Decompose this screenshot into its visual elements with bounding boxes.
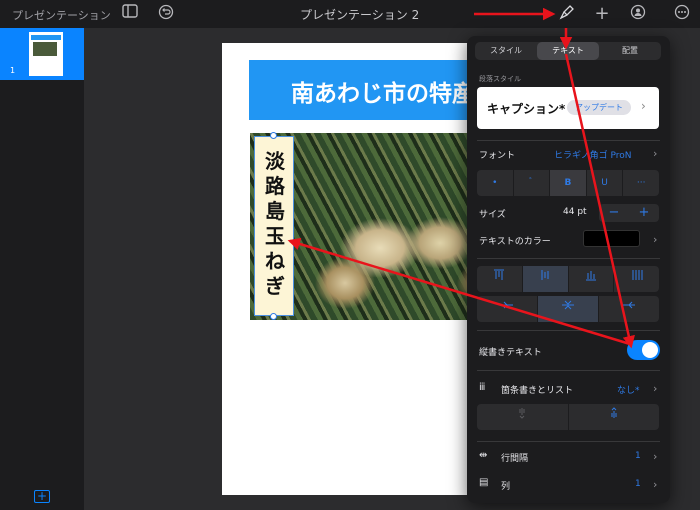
outdent-icon[interactable] <box>477 404 569 430</box>
document-title[interactable]: プレゼンテーション 2 <box>300 6 419 23</box>
slide-navigator: 1 + <box>0 28 84 510</box>
thumb-photo <box>33 42 57 56</box>
divider <box>477 330 660 331</box>
chevron-right-icon: › <box>653 382 658 395</box>
vertical-text-toggle[interactable] <box>627 340 660 360</box>
divider <box>477 140 660 141</box>
tab-arrange[interactable]: 配置 <box>599 42 661 60</box>
align-bottom-icon[interactable] <box>569 266 615 292</box>
line-spacing-value[interactable]: 1 <box>635 451 641 461</box>
paragraph-style-label: 段落スタイル <box>479 75 521 83</box>
bold-button[interactable]: B <box>550 170 587 196</box>
chevron-right-icon: › <box>653 147 658 160</box>
line-spacing-icon: ⇹ <box>479 450 488 461</box>
update-style-button[interactable]: アップデート <box>567 100 631 115</box>
indent-buttons <box>477 404 659 430</box>
more-format-button[interactable]: ··· <box>623 170 659 196</box>
chevron-right-icon: › <box>653 478 658 491</box>
columns-label: 列 <box>501 482 511 492</box>
underline-button[interactable]: U <box>587 170 624 196</box>
chevron-right-icon: › <box>653 450 658 463</box>
italic-button[interactable]: ﾞ <box>514 170 551 196</box>
tab-text[interactable]: テキスト <box>537 42 599 60</box>
size-value[interactable]: 44 pt <box>563 207 587 217</box>
vertical-caption-textbox[interactable]: 淡 路 島 玉 ね ぎ <box>254 136 294 316</box>
text-color-label: テキストのカラー <box>479 237 551 247</box>
caption-char: 淡 <box>265 149 285 173</box>
vertical-align-buttons <box>477 296 659 322</box>
collaborate-icon[interactable] <box>628 4 648 24</box>
align-center-icon[interactable] <box>522 266 569 292</box>
align-justify-icon[interactable] <box>614 266 659 292</box>
undo-icon[interactable] <box>156 4 176 24</box>
presentations-back-link[interactable]: プレゼンテーション <box>12 7 111 23</box>
toggle-knob <box>642 342 658 358</box>
sidebar-icon[interactable] <box>120 4 140 24</box>
size-stepper: − + <box>599 204 659 222</box>
more-icon[interactable] <box>672 4 692 24</box>
caption-char: 路 <box>265 174 285 198</box>
caption-text[interactable]: 淡 路 島 玉 ね ぎ <box>261 149 289 299</box>
font-value[interactable]: ヒラギノ角ゴ ProN <box>554 148 632 161</box>
text-color-swatch[interactable] <box>583 230 640 247</box>
line-spacing-label: 行間隔 <box>501 454 529 464</box>
bullets-value[interactable]: なし* <box>617 383 640 396</box>
format-inspector: スタイル テキスト 配置 段落スタイル キャプション* アップデート › フォン… <box>467 36 670 503</box>
columns-value[interactable]: 1 <box>635 479 641 489</box>
keynote-app: プレゼンテーション プレゼンテーション 2 + 1 + 南あわじ市の特産 淡 路… <box>0 0 700 510</box>
divider <box>477 258 660 259</box>
add-slide-icon[interactable]: + <box>34 490 50 503</box>
vertical-text-label: 縦書きテキスト <box>479 348 542 358</box>
tab-style[interactable]: スタイル <box>475 42 537 60</box>
horizontal-align-buttons <box>477 266 659 292</box>
caption-char: 島 <box>265 199 285 223</box>
slide-number: 1 <box>10 66 16 75</box>
bullet-button[interactable]: • <box>477 170 514 196</box>
selection-handle-top[interactable] <box>270 132 277 139</box>
valign-right-icon[interactable] <box>477 296 538 322</box>
size-label: サイズ <box>479 210 506 220</box>
paintbrush-icon[interactable] <box>557 4 577 24</box>
size-increase-button[interactable]: + <box>629 204 659 222</box>
paragraph-style-name: キャプション* <box>487 102 566 116</box>
chevron-right-icon: › <box>653 233 658 246</box>
caption-char: ね <box>265 249 285 273</box>
slide-thumbnail-selected[interactable]: 1 <box>0 28 84 80</box>
slide-thumbnail[interactable] <box>29 32 63 76</box>
valign-left-icon[interactable] <box>599 296 659 322</box>
columns-icon: ▤ <box>479 477 489 488</box>
slide-title[interactable]: 南あわじ市の特産 <box>291 74 475 108</box>
chevron-right-icon: › <box>641 99 646 113</box>
plus-icon[interactable]: + <box>592 4 612 24</box>
indent-icon[interactable] <box>569 404 660 430</box>
divider <box>477 370 660 371</box>
thumb-title-band <box>31 35 61 40</box>
valign-middle-icon[interactable] <box>538 296 599 322</box>
divider <box>477 441 660 442</box>
size-decrease-button[interactable]: − <box>599 204 629 222</box>
bullets-label: 箇条書きとリスト <box>501 386 574 396</box>
inspector-tabs: スタイル テキスト 配置 <box>475 42 661 60</box>
list-icon: ⅲ <box>479 382 486 393</box>
caption-char: 玉 <box>265 224 285 248</box>
top-toolbar: プレゼンテーション プレゼンテーション 2 + <box>0 0 700 28</box>
align-top-icon[interactable] <box>477 266 523 292</box>
selection-handle-bottom[interactable] <box>270 313 277 320</box>
paragraph-style-picker[interactable]: キャプション* アップデート › <box>477 87 659 129</box>
text-format-buttons: • ﾞ B U ··· <box>477 170 659 196</box>
caption-char: ぎ <box>265 274 285 298</box>
font-label: フォント <box>479 151 516 161</box>
